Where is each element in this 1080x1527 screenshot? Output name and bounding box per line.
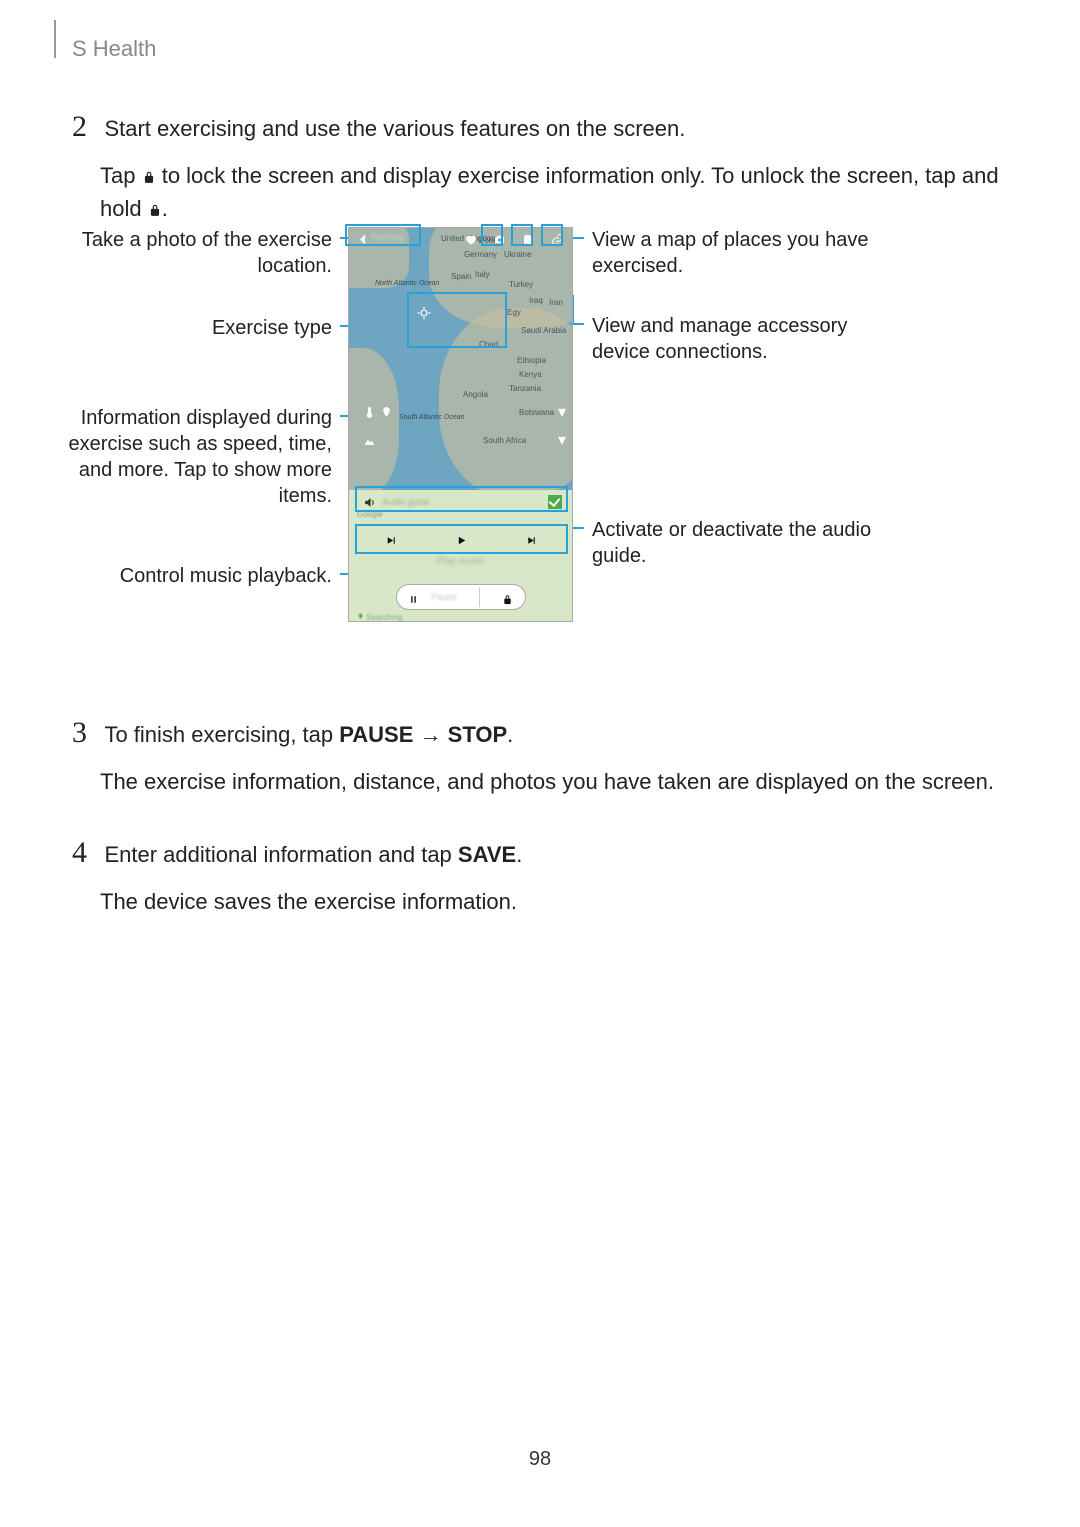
mountain-icon: [363, 434, 376, 447]
callout-audio: Activate or deactivate the audio guide.: [592, 517, 892, 569]
callout-exercise-type: Exercise type: [72, 315, 332, 341]
phone-screenshot: United Kingdom Poland Germany Ukraine Sp…: [348, 227, 573, 622]
hl-music: [355, 524, 568, 554]
chevron-down-icon: ▾: [558, 402, 566, 422]
step-3-line1: To finish exercising, tap PAUSE → STOP.: [104, 722, 513, 747]
map-label: Iraq: [529, 296, 543, 305]
callout-music: Control music playback.: [72, 563, 332, 589]
map-label: Egy: [507, 308, 521, 317]
exercise-info-panel[interactable]: ▾ ▾: [357, 398, 566, 483]
map-label: Tanzania: [509, 384, 541, 393]
hl-map: [511, 224, 533, 246]
play-music-label: Play music: [349, 556, 572, 567]
map-label: Ukraine: [504, 250, 532, 259]
hl-camera: [481, 224, 503, 246]
step-4-line1: Enter additional information and tap SAV…: [104, 842, 522, 867]
map-label: Germany: [464, 250, 497, 259]
callout-accessory: View and manage accessory device connect…: [592, 313, 892, 365]
hl-info: [407, 292, 507, 348]
chevron-down-icon: ▾: [558, 430, 566, 450]
map-label: Ethiopia: [517, 356, 546, 365]
heart-icon[interactable]: [464, 233, 477, 246]
temperature-icon: [363, 406, 376, 419]
pin-icon: [380, 406, 393, 419]
pause-icon[interactable]: [408, 592, 419, 603]
hl-exercise-type: [345, 224, 421, 246]
hl-accessory: [541, 224, 563, 246]
section-title: S Health: [72, 36, 156, 62]
callout-map: View a map of places you have exercised.: [592, 227, 892, 279]
map-label: Kenya: [519, 370, 542, 379]
gps-pin-icon: [357, 613, 364, 620]
page-number: 98: [529, 1448, 551, 1471]
hl-audio: [355, 486, 568, 512]
step-number-2: 2: [72, 110, 100, 144]
pause-label: Pause: [431, 592, 457, 602]
map-label: Saudi Arabia: [521, 326, 566, 335]
map-label: Iran: [549, 298, 563, 307]
map-label: North Atlantic Ocean: [375, 280, 415, 287]
map-label: Turkey: [509, 280, 533, 289]
step-number-4: 4: [72, 836, 100, 870]
callout-info: Information displayed during exercise su…: [62, 405, 332, 509]
lock-icon: [142, 170, 156, 184]
header-rule: [54, 20, 56, 58]
step-number-3: 3: [72, 716, 100, 750]
map-label: Spain: [451, 272, 471, 281]
lock-icon[interactable]: [502, 592, 513, 603]
map-label: Italy: [475, 270, 490, 279]
callout-photo: Take a photo of the exercise location.: [72, 227, 332, 279]
step-4-line2: The device saves the exercise informatio…: [100, 885, 1008, 918]
step-2-line1: Start exercising and use the various fea…: [104, 116, 685, 141]
pause-lock-pill: Pause: [396, 584, 526, 610]
gps-status: Searching: [357, 613, 402, 622]
step-3-line2: The exercise information, distance, and …: [100, 765, 1008, 798]
